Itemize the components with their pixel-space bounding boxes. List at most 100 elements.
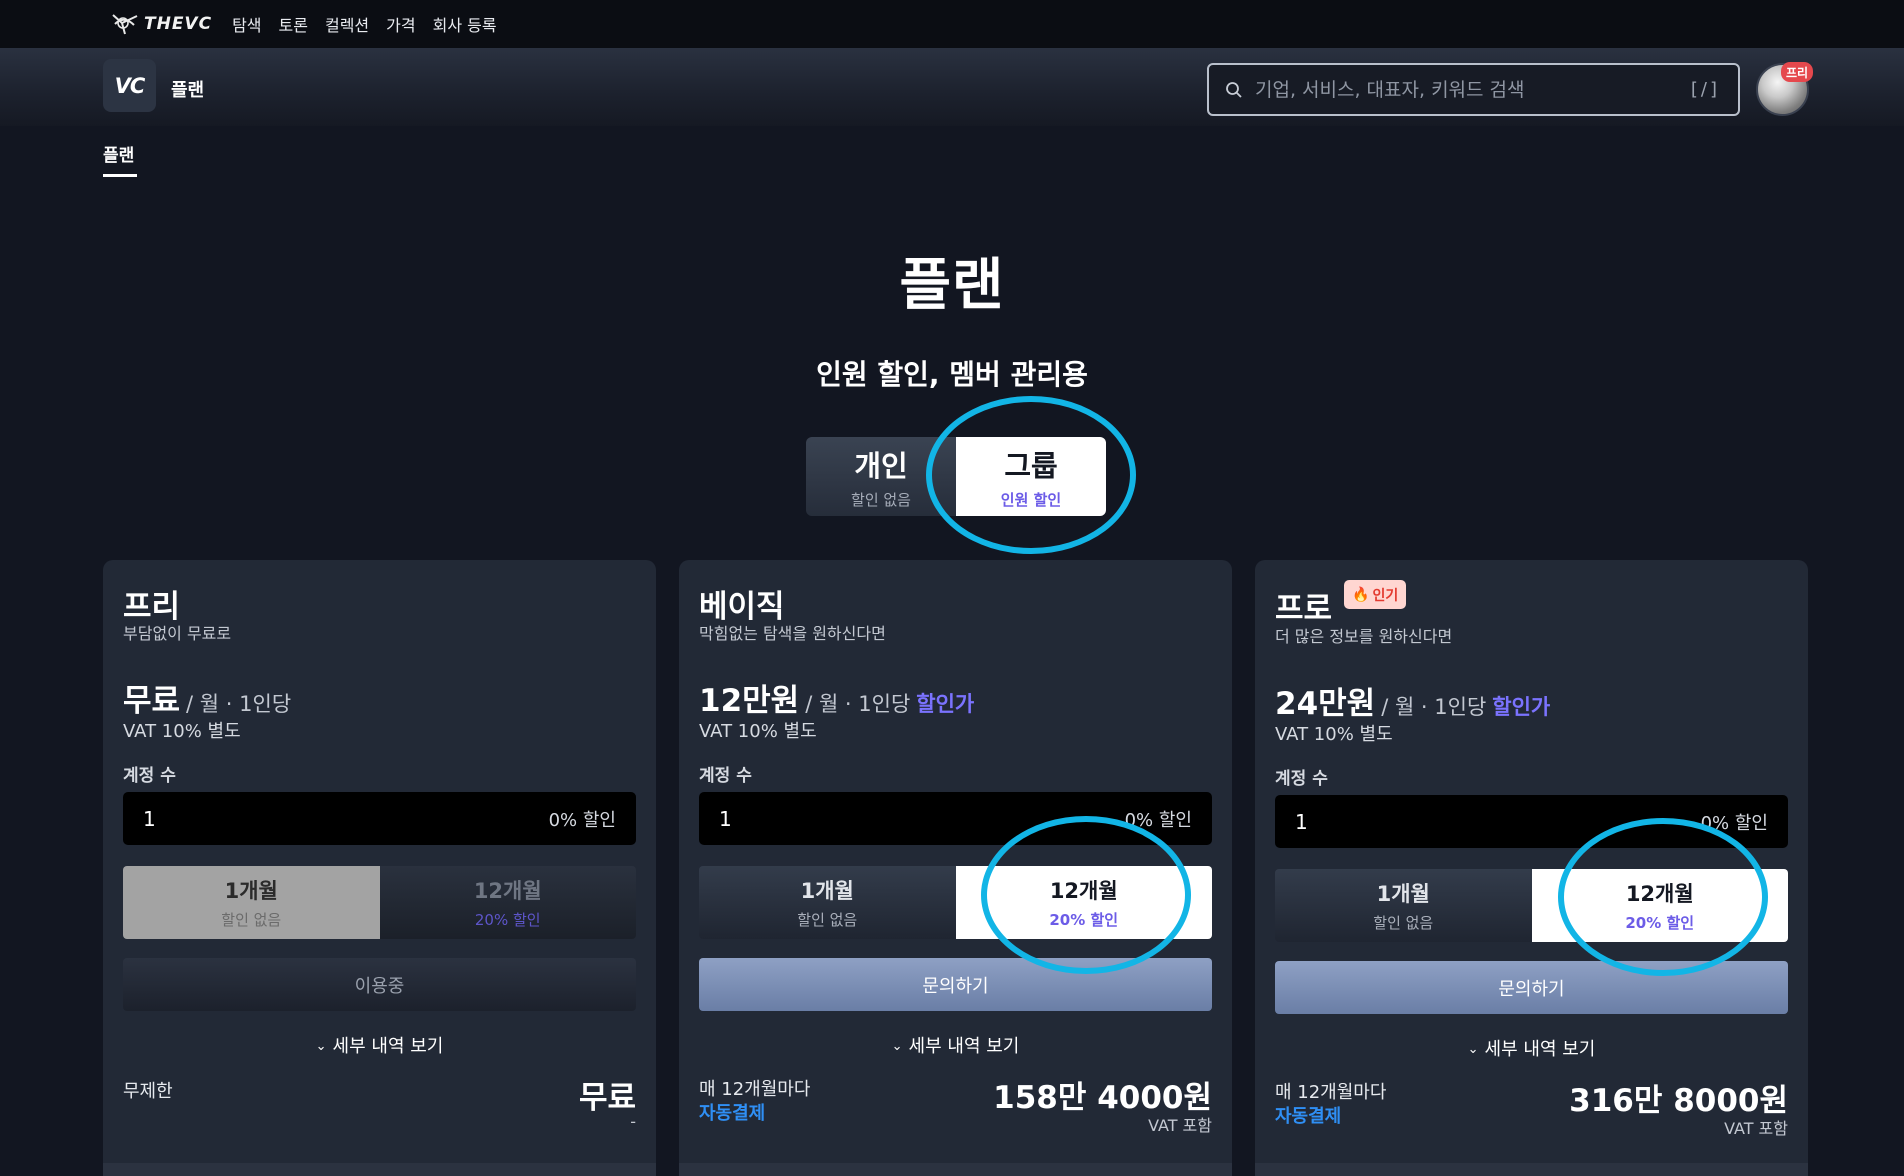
period-12-month-button[interactable]: 12개월 20% 할인 (1531, 869, 1788, 942)
card-footer (103, 1163, 656, 1176)
top-nav: THEVC 탐색 토론 컬렉션 가격 회사 등록 (0, 0, 1904, 48)
plan-price-unit: / 월 · 1인당 (186, 692, 292, 716)
auto-pay-label: 자동결제 (699, 1103, 766, 1124)
plan-price-unit: / 월 · 1인당 (805, 692, 911, 716)
discount-price-link[interactable]: 할인가 (916, 688, 974, 718)
plan-desc: 더 많은 정보를 원하신다면 (1275, 627, 1453, 646)
billing-cycle: 매 12개월마다 (699, 1079, 811, 1100)
plan-card-pro: 프로 🔥 인기 더 많은 정보를 원하신다면 24만원 / 월 · 1인당 할인가… (1255, 560, 1808, 1176)
logo-text: THEVC (144, 14, 213, 34)
period-12-month-button[interactable]: 12개월 20% 할인 (379, 866, 636, 939)
mode-group-sub: 인원 할인 (1000, 491, 1062, 509)
tab-plan[interactable]: 플랜 (103, 141, 134, 166)
seats-label: 계정 수 (1275, 769, 1328, 789)
period-label: 1개월 (224, 879, 278, 903)
period-sub: 20% 할인 (1049, 911, 1119, 929)
period-sub: 할인 없음 (1373, 914, 1434, 932)
plan-price-row: 24만원 / 월 · 1인당 할인가 (1275, 678, 1550, 723)
total-price: 무료 (578, 1080, 636, 1116)
chevron-down-icon: ⌄ (1467, 1042, 1479, 1057)
thevc-logo[interactable]: THEVC (110, 11, 212, 37)
period-sub: 20% 할인 (1625, 914, 1695, 932)
card-footer (679, 1163, 1232, 1176)
plan-price: 24만원 (1275, 686, 1376, 722)
plan-card-basic: 베이직 막힘없는 탐색을 원하신다면 12만원 / 월 · 1인당 할인가 VA… (679, 560, 1232, 1176)
total-price: 316만 8000원 (1569, 1083, 1788, 1119)
search-shortcut-hint: [/] (1690, 79, 1720, 100)
chevron-down-icon: ⌄ (315, 1039, 327, 1054)
current-plan-button[interactable]: 이용중 (123, 958, 636, 1011)
popular-badge: 🔥 인기 (1344, 580, 1407, 609)
seats-input[interactable] (719, 806, 1125, 831)
plan-name: 프로 (1275, 591, 1333, 627)
seats-input[interactable] (1295, 809, 1701, 834)
page-title: 플랜 (899, 253, 1005, 318)
total-price: 158만 4000원 (993, 1080, 1212, 1116)
seats-discount: 0% 할인 (1124, 809, 1192, 831)
billing-period-toggle: 1개월 할인 없음 12개월 20% 할인 (699, 866, 1212, 939)
seats-field[interactable]: 0% 할인 (1275, 795, 1788, 848)
mode-personal-button[interactable]: 개인 할인 없음 (806, 437, 956, 516)
plan-vat-note: VAT 10% 별도 (1275, 724, 1393, 745)
auto-pay-label: 자동결제 (1275, 1106, 1342, 1127)
period-label: 12개월 (1049, 879, 1118, 903)
plan-badge: 프리 (1781, 62, 1814, 82)
total-note: VAT 포함 (1148, 1116, 1212, 1135)
period-12-month-button[interactable]: 12개월 20% 할인 (955, 866, 1212, 939)
search-icon (1226, 81, 1242, 98)
seats-label: 계정 수 (123, 766, 176, 786)
details-label: 세부 내역 보기 (332, 1036, 444, 1057)
nav-link-register-company[interactable]: 회사 등록 (433, 12, 497, 36)
contact-button[interactable]: 문의하기 (1275, 961, 1788, 1014)
period-sub: 할인 없음 (797, 911, 858, 929)
nav-link-pricing[interactable]: 가격 (386, 12, 415, 36)
details-label: 세부 내역 보기 (1484, 1039, 1596, 1060)
plan-desc: 부담없이 무료로 (123, 624, 232, 643)
page-subtitle: 인원 할인, 멤버 관리용 (816, 358, 1088, 391)
period-sub: 20% 할인 (474, 911, 541, 929)
seats-field[interactable]: 0% 할인 (699, 792, 1212, 845)
logo-swirl-icon (112, 14, 138, 35)
usage-limit: 무제한 (123, 1081, 173, 1102)
mode-group-button[interactable]: 그룹 인원 할인 (956, 437, 1106, 516)
seats-discount: 0% 할인 (1700, 812, 1768, 834)
total-note: - (630, 1112, 636, 1131)
billing-cycle: 매 12개월마다 (1275, 1082, 1387, 1103)
contact-button[interactable]: 문의하기 (699, 958, 1212, 1011)
seats-input[interactable] (143, 806, 549, 831)
plan-card-free: 프리 부담없이 무료로 무료 / 월 · 1인당 VAT 10% 별도 계정 수… (103, 560, 656, 1176)
plan-vat-note: VAT 10% 별도 (123, 721, 241, 742)
discount-price-link[interactable]: 할인가 (1492, 691, 1550, 721)
nav-link-explore[interactable]: 탐색 (232, 12, 261, 36)
period-1-month-button[interactable]: 1개월 할인 없음 (123, 866, 380, 939)
search-input[interactable] (1255, 78, 1691, 101)
plan-mode-toggle: 개인 할인 없음 그룹 인원 할인 (806, 437, 1106, 516)
mode-group-label: 그룹 (1004, 449, 1058, 483)
period-1-month-button[interactable]: 1개월 할인 없음 (1275, 869, 1532, 942)
details-toggle[interactable]: ⌄ 세부 내역 보기 (103, 1032, 656, 1058)
plan-price: 12만원 (699, 683, 800, 719)
tab-active-indicator (103, 174, 137, 177)
vc-badge-icon[interactable]: VC (103, 59, 156, 112)
mode-personal-sub: 할인 없음 (851, 491, 911, 509)
period-label: 1개월 (1376, 882, 1430, 906)
mode-personal-label: 개인 (854, 449, 908, 483)
popular-label: 인기 (1372, 587, 1399, 604)
fire-icon: 🔥 (1352, 586, 1370, 603)
details-label: 세부 내역 보기 (908, 1036, 1020, 1057)
plan-desc: 막힘없는 탐색을 원하신다면 (699, 624, 886, 643)
plan-price-row: 12만원 / 월 · 1인당 할인가 (699, 675, 974, 720)
details-toggle[interactable]: ⌄ 세부 내역 보기 (1255, 1035, 1808, 1061)
period-1-month-button[interactable]: 1개월 할인 없음 (699, 866, 956, 939)
billing-period-toggle: 1개월 할인 없음 12개월 20% 할인 (123, 866, 636, 939)
nav-link-collection[interactable]: 컬렉션 (325, 12, 369, 36)
plan-price-row: 무료 / 월 · 1인당 (123, 675, 291, 720)
period-label: 12개월 (1625, 882, 1694, 906)
details-toggle[interactable]: ⌄ 세부 내역 보기 (679, 1032, 1232, 1058)
seats-field[interactable]: 0% 할인 (123, 792, 636, 845)
card-footer (1255, 1163, 1808, 1176)
search-box[interactable]: [/] (1207, 63, 1740, 116)
period-label: 12개월 (473, 879, 542, 903)
plan-price: 무료 (123, 683, 181, 719)
nav-link-discussion[interactable]: 토론 (279, 12, 308, 36)
